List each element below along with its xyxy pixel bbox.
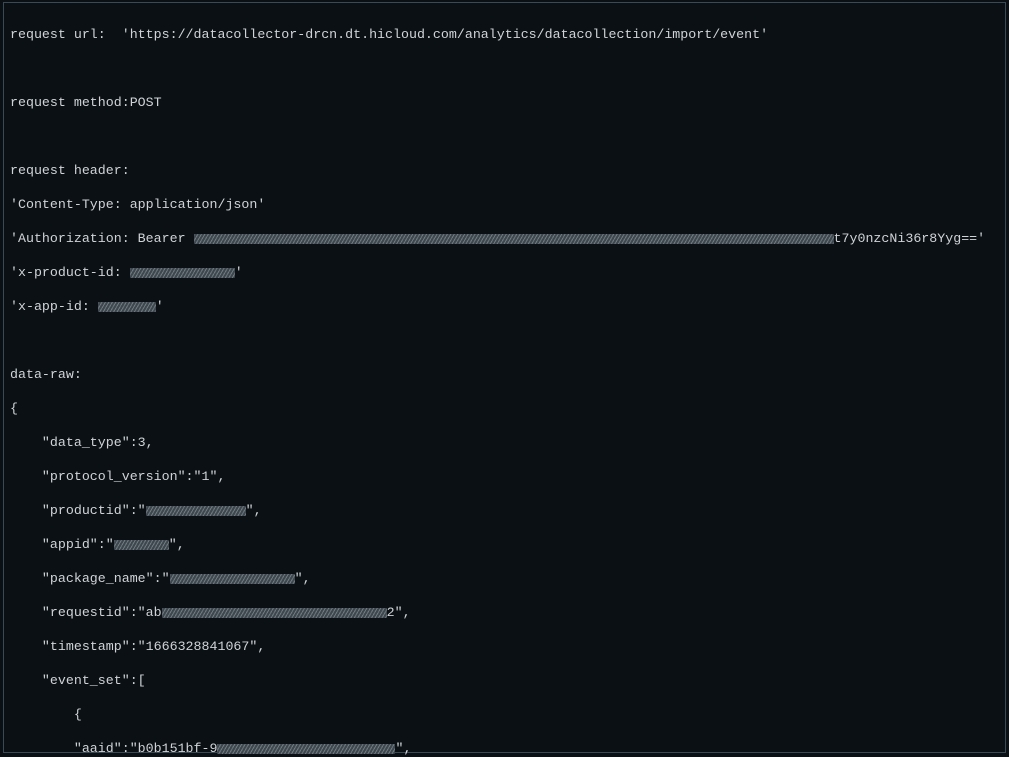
censored-token bbox=[194, 234, 834, 244]
request-url-value: 'https://datacollector-drcn.dt.hicloud.c… bbox=[122, 27, 768, 42]
request-url-label: request url: bbox=[10, 27, 122, 42]
protocol-version-line: "protocol_version":"1", bbox=[10, 468, 999, 485]
request-method-value: POST bbox=[130, 95, 162, 110]
censored-productid bbox=[146, 506, 246, 516]
json-open: { bbox=[10, 400, 999, 417]
timestamp-line: "timestamp":"1666328841067", bbox=[10, 638, 999, 655]
censored-package bbox=[170, 574, 295, 584]
terminal-output: request url: 'https://datacollector-drcn… bbox=[3, 2, 1006, 753]
package-name-line: "package_name":"", bbox=[10, 570, 999, 587]
data-type-line: "data_type":3, bbox=[10, 434, 999, 451]
censored-product-id bbox=[130, 268, 235, 278]
header-authorization: 'Authorization: Bearer t7y0nzcNi36r8Yyg=… bbox=[10, 230, 999, 247]
request-header-label: request header: bbox=[10, 162, 999, 179]
event-set-open: "event_set":[ bbox=[10, 672, 999, 689]
requestid-line: "requestid":"ab2", bbox=[10, 604, 999, 621]
header-content-type: 'Content-Type: application/json' bbox=[10, 196, 999, 213]
aaid-line: "aaid":"b0b151bf-9", bbox=[10, 740, 999, 757]
request-url-line: request url: 'https://datacollector-drcn… bbox=[10, 26, 999, 43]
censored-appid bbox=[114, 540, 169, 550]
censored-aaid bbox=[217, 744, 395, 754]
event-set-item-open: { bbox=[10, 706, 999, 723]
header-x-app-id: 'x-app-id: ' bbox=[10, 298, 999, 315]
request-method-line: request method:POST bbox=[10, 94, 999, 111]
request-method-label: request method: bbox=[10, 95, 130, 110]
header-x-product-id: 'x-product-id: ' bbox=[10, 264, 999, 281]
censored-app-id bbox=[98, 302, 156, 312]
data-raw-label: data-raw: bbox=[10, 366, 999, 383]
censored-requestid bbox=[162, 608, 387, 618]
appid-line: "appid":"", bbox=[10, 536, 999, 553]
productid-line: "productid":"", bbox=[10, 502, 999, 519]
